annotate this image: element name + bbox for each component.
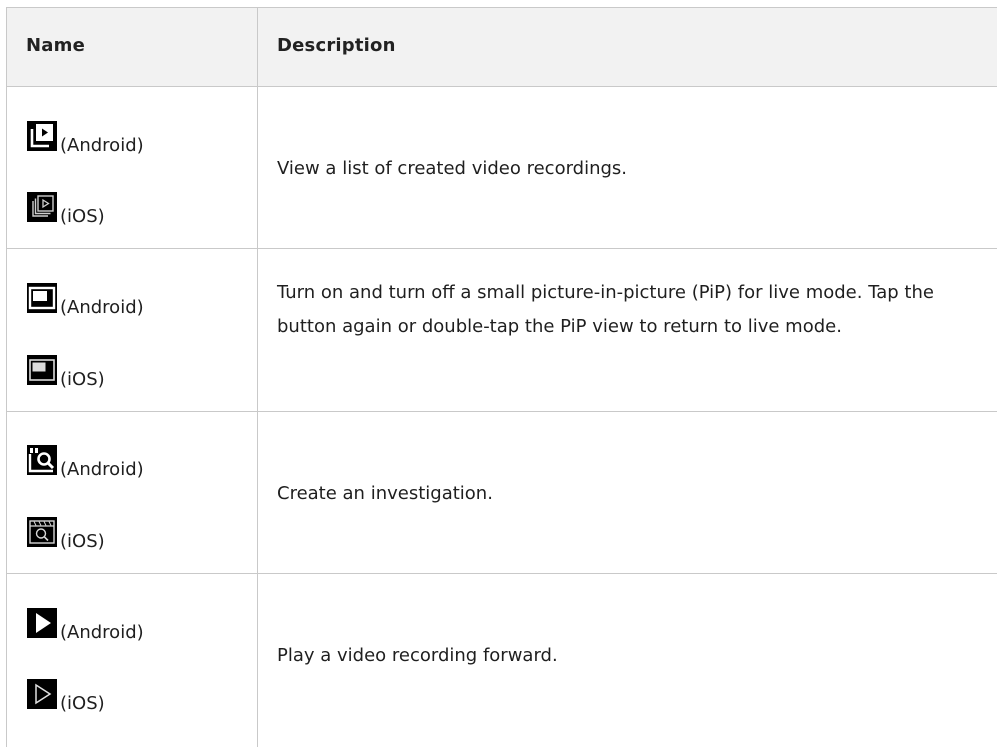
description-cell: Play a video recording forward. xyxy=(277,645,558,666)
table-row: (Android) (iOS) View a list of created v… xyxy=(7,87,997,249)
platform-label: (Android) xyxy=(60,459,144,480)
ios-variant: (iOS) xyxy=(27,669,105,713)
document-page: Name Description (Android) (iOS) View a … xyxy=(0,0,997,747)
android-variant: (Android) xyxy=(27,598,144,642)
investigation-outline-icon xyxy=(27,517,57,547)
header-description: Description xyxy=(277,35,396,56)
description-cell: Turn on and turn off a small picture-in-… xyxy=(277,282,934,337)
play-forward-icon xyxy=(27,608,57,638)
android-variant: (Android) xyxy=(27,273,144,317)
name-cell: (Android) (iOS) xyxy=(7,574,257,747)
android-variant: (Android) xyxy=(27,435,144,479)
ios-variant: (iOS) xyxy=(27,507,105,551)
investigation-icon xyxy=(27,445,57,475)
icon-reference-table: Name Description (Android) (iOS) View a … xyxy=(6,7,997,747)
table-row: (Android) (iOS) Create an investigation. xyxy=(7,412,997,574)
header-name: Name xyxy=(26,35,85,56)
recordings-list-icon xyxy=(27,121,57,151)
platform-label: (Android) xyxy=(60,622,144,643)
table-row: (Android) (iOS) Play a video recording f… xyxy=(7,574,997,747)
platform-label: (iOS) xyxy=(60,206,105,227)
name-cell: (Android) (iOS) xyxy=(7,412,257,573)
ios-variant: (iOS) xyxy=(27,345,105,389)
platform-label: (iOS) xyxy=(60,693,105,714)
column-divider xyxy=(257,8,258,747)
name-cell: (Android) (iOS) xyxy=(7,87,257,248)
table-row: (Android) (iOS) Turn on and turn off a s… xyxy=(7,249,997,412)
android-variant: (Android) xyxy=(27,111,144,155)
recordings-list-outline-icon xyxy=(27,192,57,222)
description-cell: View a list of created video recordings. xyxy=(277,158,628,179)
picture-in-picture-icon xyxy=(27,283,57,313)
description-cell: Create an investigation. xyxy=(277,483,493,504)
platform-label: (iOS) xyxy=(60,369,105,390)
platform-label: (Android) xyxy=(60,297,144,318)
picture-in-picture-outline-icon xyxy=(27,355,57,385)
platform-label: (Android) xyxy=(60,135,144,156)
ios-variant: (iOS) xyxy=(27,182,105,226)
name-cell: (Android) (iOS) xyxy=(7,249,257,411)
play-forward-outline-icon xyxy=(27,679,57,709)
platform-label: (iOS) xyxy=(60,531,105,552)
table-header-row: Name Description xyxy=(7,8,997,87)
